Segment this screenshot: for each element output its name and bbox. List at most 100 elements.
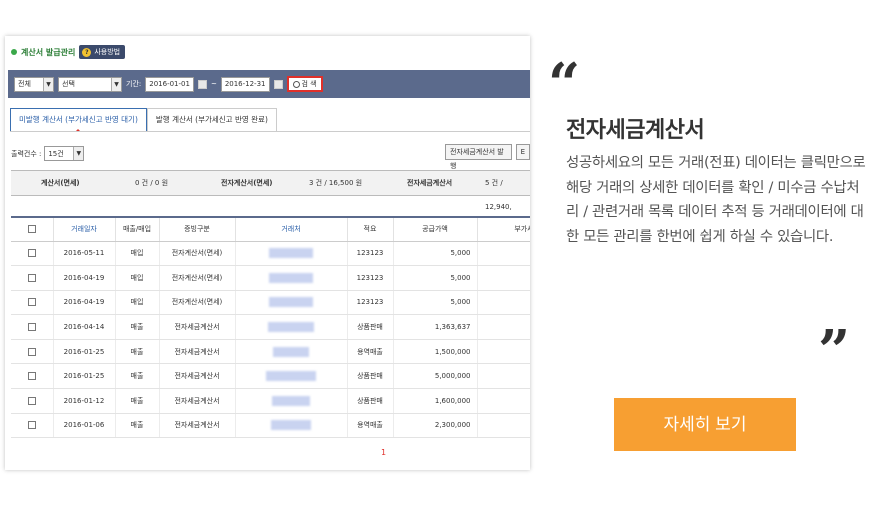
- blurred-partner: [266, 371, 316, 382]
- feature-heading: 전자세금계산서: [566, 118, 705, 143]
- column-header[interactable]: 공급가액: [393, 216, 478, 242]
- column-header[interactable]: 거래처: [235, 216, 348, 242]
- cell-date: 2016-04-14: [53, 314, 116, 340]
- summary-header: 전자세금계산서: [407, 179, 453, 187]
- tab-unissued[interactable]: 미발행 계산서 (부가세신고 반영 대기): [10, 108, 147, 132]
- row-checkbox[interactable]: [11, 363, 54, 390]
- table-row[interactable]: 2016-05-11매입전자계산서(면세) 1231235,00050: [11, 241, 530, 267]
- tab-divider: [10, 131, 530, 132]
- row-checkbox[interactable]: [11, 241, 54, 267]
- view-details-button[interactable]: 자세히 보기: [614, 398, 796, 451]
- cell-doc: 전자세금계산서: [159, 314, 236, 340]
- summary-value: 0 건 / 0 원: [135, 179, 169, 187]
- blurred-partner: [269, 297, 313, 308]
- row-checkbox[interactable]: [11, 290, 54, 316]
- table-row[interactable]: 2016-04-19매입전자계산서(면세) 1231235,00050: [11, 265, 530, 291]
- period-label: 기간:: [126, 80, 142, 88]
- close-quote-icon: ”: [818, 318, 851, 384]
- cell-memo: 상품판매: [347, 388, 394, 414]
- summary-bar: 계산서(면세) 0 건 / 0 원 전자계산서(면세) 3 건 / 16,500…: [11, 170, 530, 211]
- table-row[interactable]: 2016-01-12매출전자세금계산서 상품판매1,600,000160,00: [11, 388, 530, 414]
- row-checkbox[interactable]: [11, 339, 54, 365]
- date-from-input[interactable]: 2016-01-01: [145, 76, 194, 92]
- column-header[interactable]: 거래일자: [53, 216, 116, 242]
- blurred-partner: [269, 248, 313, 259]
- blurred-partner: [268, 322, 314, 333]
- screenshot-title: 계산서 발급관리: [21, 47, 76, 57]
- filter-bar: 전체 ▼ 선택 ▼ 기간: 2016-01-01 ~ 2016-12-31 검 …: [8, 70, 530, 98]
- table-row[interactable]: 2016-04-19매입전자계산서(면세) 1231235,00050: [11, 290, 530, 316]
- cell-memo: 상품판매: [347, 314, 394, 340]
- cell-doc: 전자계산서(면세): [159, 241, 236, 267]
- cell-type: 매입: [115, 265, 160, 291]
- screenshot-header: 계산서 발급관리 ? 사용방법: [11, 44, 126, 60]
- chevron-down-icon: ▼: [111, 77, 121, 91]
- row-checkbox[interactable]: [11, 388, 54, 414]
- cell-date: 2016-01-12: [53, 388, 116, 414]
- cell-memo: 용역매출: [347, 339, 394, 365]
- table-row[interactable]: 2016-01-06매출전자세금계산서 용역매출2,300,000230,00: [11, 413, 530, 439]
- count-select[interactable]: 15건 ▼: [44, 146, 85, 161]
- cell-date: 2016-05-11: [53, 241, 116, 267]
- issue-more-button[interactable]: E: [515, 144, 530, 160]
- column-header[interactable]: 부가세: [477, 216, 530, 242]
- search-icon: [292, 80, 300, 88]
- count-select-value: 15건: [48, 149, 64, 158]
- calendar-icon[interactable]: [197, 79, 207, 89]
- row-checkbox[interactable]: [11, 314, 54, 340]
- summary-value: 5 건 / 12,940,: [485, 179, 512, 211]
- cell-type: 매출: [115, 314, 160, 340]
- calendar-icon[interactable]: [273, 79, 283, 89]
- summary-header: 전자계산서(면세): [221, 179, 273, 187]
- cell-vat: 50: [477, 290, 530, 316]
- cell-vat: 50: [477, 241, 530, 267]
- blurred-partner: [271, 420, 311, 431]
- cell-partner: [235, 363, 348, 390]
- chevron-down-icon: ▼: [43, 77, 53, 91]
- issue-e-tax-invoice-button[interactable]: 전자세금계산서 발행: [445, 144, 512, 170]
- filter-select-choose[interactable]: 선택 ▼: [58, 76, 122, 92]
- cell-vat: 160,00: [477, 388, 530, 414]
- select-all-checkbox[interactable]: [11, 216, 54, 242]
- cell-amount: 1,600,000: [393, 388, 478, 414]
- question-icon: ?: [82, 47, 92, 57]
- cell-date: 2016-01-25: [53, 363, 116, 390]
- cell-partner: [235, 241, 348, 267]
- search-button-label: 검 색: [301, 80, 317, 88]
- cell-type: 매출: [115, 388, 160, 414]
- cell-date: 2016-04-19: [53, 265, 116, 291]
- cell-partner: [235, 290, 348, 316]
- search-button[interactable]: 검 색: [286, 76, 323, 92]
- column-header[interactable]: 증빙구분: [159, 216, 236, 242]
- cell-doc: 전자세금계산서: [159, 413, 236, 439]
- row-checkbox[interactable]: [11, 413, 54, 439]
- column-header[interactable]: 매출/매입: [115, 216, 160, 242]
- cell-amount: 5,000,000: [393, 363, 478, 390]
- cell-vat: 50: [477, 265, 530, 291]
- help-label: 사용방법: [94, 48, 121, 56]
- cell-memo: 123123: [347, 290, 394, 316]
- cell-date: 2016-04-19: [53, 290, 116, 316]
- cell-doc: 전자계산서(면세): [159, 290, 236, 316]
- cell-doc: 전자계산서(면세): [159, 265, 236, 291]
- count-row: 출력건수 : 15건 ▼: [11, 146, 85, 161]
- tab-bar: 미발행 계산서 (부가세신고 반영 대기) 발행 계산서 (부가세신고 반영 완…: [10, 108, 277, 132]
- cell-amount: 5,000: [393, 241, 478, 267]
- row-checkbox[interactable]: [11, 265, 54, 291]
- date-to-input[interactable]: 2016-12-31: [220, 76, 270, 92]
- filter-select-choose-value: 선택: [62, 80, 75, 88]
- table-row[interactable]: 2016-01-25매출전자세금계산서 상품판매5,000,000500,00: [11, 363, 530, 390]
- pagination-current[interactable]: 1: [381, 448, 386, 457]
- column-header[interactable]: 적요: [347, 216, 394, 242]
- table-row[interactable]: 2016-04-14매출전자세금계산서 상품판매1,363,637136,36: [11, 314, 530, 340]
- cell-memo: 123123: [347, 241, 394, 267]
- feature-description: 성공하세요의 모든 거래(전표) 데이터는 클릭만으로 해당 거래의 상세한 데…: [566, 155, 866, 245]
- tab-issued[interactable]: 발행 계산서 (부가세신고 반영 완료): [146, 108, 277, 132]
- cell-amount: 1,500,000: [393, 339, 478, 365]
- blurred-partner: [269, 272, 313, 283]
- cell-amount: 5,000: [393, 290, 478, 316]
- table-row[interactable]: 2016-01-25매출전자세금계산서 용역매출1,500,000150,00: [11, 339, 530, 365]
- cell-type: 매입: [115, 241, 160, 267]
- help-button[interactable]: ? 사용방법: [79, 45, 126, 59]
- filter-select-all[interactable]: 전체 ▼: [14, 76, 54, 92]
